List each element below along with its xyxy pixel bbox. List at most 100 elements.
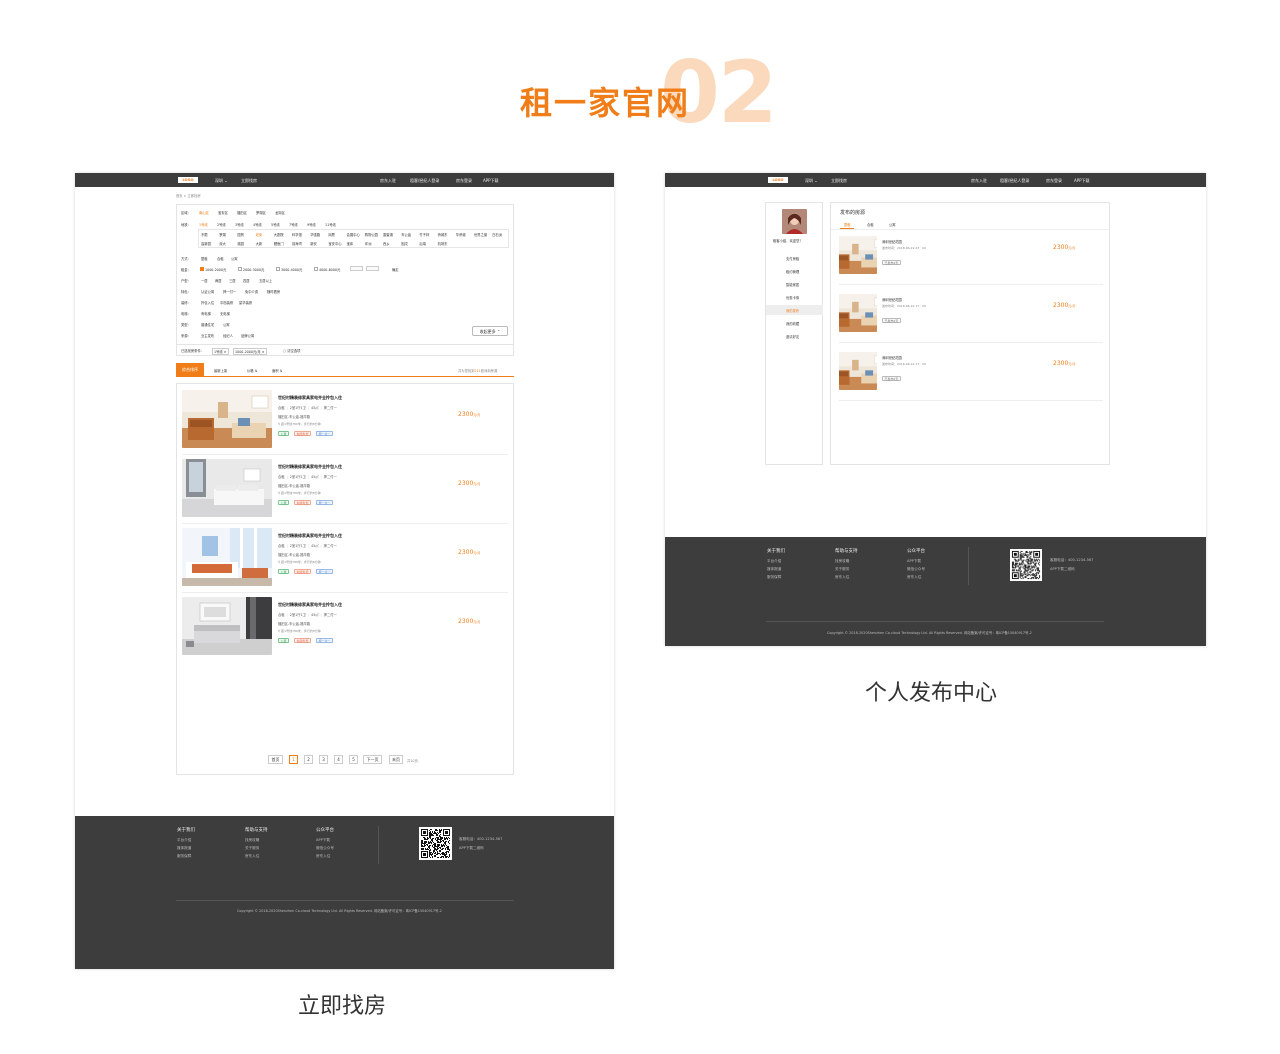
footer-link[interactable]: 微信公众号	[907, 567, 925, 572]
layout-option[interactable]: 四居	[243, 278, 250, 283]
footer-link[interactable]: 平台介绍	[767, 559, 781, 564]
collapse-more-button[interactable]: 收起更多 ⌃	[472, 326, 508, 336]
avatar[interactable]	[782, 209, 807, 234]
listing-title[interactable]: 世纪村精装修家具家电齐全拎包入住	[278, 533, 342, 539]
metro-line[interactable]: 5号线	[271, 222, 280, 227]
nav-landlord-join[interactable]: 房东入驻	[971, 178, 987, 184]
source-option[interactable]: 品牌公寓	[241, 333, 254, 338]
source-option[interactable]: 经纪人	[223, 333, 233, 338]
footer-link[interactable]: 媒体报道	[177, 846, 191, 851]
selected-chip[interactable]: 1000-2000元/月 ×	[233, 348, 267, 355]
logo[interactable]: LOGO	[178, 177, 198, 183]
close-icon[interactable]: ×	[224, 350, 227, 354]
city-select[interactable]: 深圳 ⌄	[805, 178, 818, 184]
station-option[interactable]: 后瑞	[419, 241, 426, 246]
layout-option[interactable]: 一居	[201, 278, 208, 283]
decor-option[interactable]: 拎包入住	[201, 300, 214, 305]
selected-chip[interactable]: 1号线 ×	[212, 348, 229, 355]
station-option[interactable]: 坪洲	[365, 241, 372, 246]
feature-option[interactable]: 认证公寓	[201, 289, 214, 294]
station-option[interactable]: 白石洲	[492, 232, 502, 237]
publish-tab-shared[interactable]: 合租	[867, 222, 874, 227]
sidebar-menu-item[interactable]: 邀请好友	[786, 334, 799, 339]
page-number[interactable]: 2	[304, 755, 313, 764]
station-option[interactable]: 国贸	[237, 232, 244, 237]
sidebar-menu-item[interactable]: 我的收藏	[786, 321, 799, 326]
published-photo[interactable]	[839, 352, 877, 390]
area-option[interactable]: 罗湖区	[256, 210, 266, 215]
station-option[interactable]: 华强路	[310, 232, 320, 237]
station-option[interactable]: 大新	[256, 241, 263, 246]
published-item[interactable]: 深圳世纪花园 发布时间：2018-06-19 17：00 已发布2天 2300元/月	[839, 350, 1103, 402]
rent-option[interactable]: 4000-6000元	[319, 267, 340, 272]
station-option[interactable]: 购物公园	[365, 232, 378, 237]
station-option[interactable]: 西乡	[383, 241, 390, 246]
nav-tenant-login[interactable]: 租客/经纪人登录	[410, 178, 439, 184]
footer-link[interactable]: 找房攻略	[835, 559, 849, 564]
sidebar-menu-item[interactable]: 智能家居	[786, 282, 799, 287]
station-option[interactable]: 桃园	[237, 241, 244, 246]
station-option[interactable]: 机场东	[438, 241, 448, 246]
footer-link[interactable]: 房东入住	[316, 854, 330, 859]
listing-photo[interactable]	[182, 528, 272, 586]
page-number[interactable]: 5	[349, 755, 358, 764]
footer-link[interactable]: APP下载	[316, 838, 330, 843]
station-option[interactable]: 老街	[256, 232, 263, 237]
publish-tab-whole[interactable]: 整租	[844, 222, 851, 227]
station-option[interactable]: 竹子林	[419, 232, 429, 237]
listing-card[interactable]: 世纪村精装修家具家电齐全拎包入住 合租 | 2室1厅1卫 | 45㎡ | 押二付一 福田区-车公…	[177, 528, 513, 593]
station-option[interactable]: 科学馆	[292, 232, 302, 237]
sidebar-menu-item[interactable]: 优惠卡券	[786, 295, 799, 300]
rent-checkbox[interactable]	[200, 267, 204, 271]
feature-option[interactable]: 押一付一	[223, 289, 236, 294]
rent-option[interactable]: 2000-3000元	[243, 267, 264, 272]
nav-app-download[interactable]: APP下载	[483, 178, 499, 184]
area-option[interactable]: 宝安区	[218, 210, 228, 215]
nav-landlord-join[interactable]: 房东入驻	[380, 178, 396, 184]
footer-link[interactable]: 平台介绍	[177, 838, 191, 843]
station-option[interactable]: 高新园	[201, 241, 211, 246]
footer-link[interactable]: 关于服务	[835, 567, 849, 572]
station-option[interactable]: 不限	[201, 232, 208, 237]
sort-tab-price[interactable]: 价格 ⇅	[247, 368, 257, 373]
clear-filters-button[interactable]: ▢ 清空选项	[283, 348, 300, 353]
metro-line[interactable]: 2号线	[217, 222, 226, 227]
rent-option[interactable]: 3000-4000元	[281, 267, 302, 272]
station-option[interactable]: 深大	[219, 241, 226, 246]
footer-link[interactable]: APP下载	[907, 559, 921, 564]
feature-option[interactable]: 免中介费	[245, 289, 258, 294]
nav-tenant-login[interactable]: 租客/经纪人登录	[1000, 178, 1029, 184]
rent-confirm-button[interactable]: 确定	[392, 267, 399, 272]
sort-tab-default[interactable]: 综合排序	[176, 363, 204, 377]
nav-app-download[interactable]: APP下载	[1074, 178, 1090, 184]
listing-title[interactable]: 世纪村精装修家具家电齐全拎包入住	[278, 602, 342, 608]
listing-card[interactable]: 世纪村精装修家具家电齐全拎包入住 合租 | 2室1厅1卫 | 45㎡ | 押二付一 福田区-车公…	[177, 459, 513, 524]
area-option[interactable]: 南山区	[199, 210, 209, 215]
station-option[interactable]: 罗湖	[219, 232, 226, 237]
station-option[interactable]: 岗厦	[328, 232, 335, 237]
published-photo[interactable]	[839, 294, 877, 332]
elevator-option[interactable]: 无电梯	[220, 311, 230, 316]
station-option[interactable]: 华侨城	[456, 232, 466, 237]
mode-option[interactable]: 公寓	[231, 256, 238, 261]
rent-max-input[interactable]	[366, 266, 379, 271]
area-option[interactable]: 龙岗区	[275, 210, 285, 215]
listing-photo[interactable]	[182, 597, 272, 655]
sidebar-menu-item[interactable]: 我的发布	[786, 308, 799, 313]
source-option[interactable]: 业主发布	[201, 333, 214, 338]
published-name[interactable]: 深圳世纪花园	[882, 297, 902, 302]
station-option[interactable]: 固戍	[401, 241, 408, 246]
footer-link[interactable]: 服务保障	[177, 854, 191, 859]
mode-option[interactable]: 合租	[217, 256, 224, 261]
sort-tab-newest[interactable]: 最新上架	[214, 368, 227, 373]
metro-line[interactable]: 7号线	[289, 222, 298, 227]
page-number[interactable]: 1	[289, 755, 298, 764]
metro-line[interactable]: 1号线	[199, 222, 208, 227]
close-icon[interactable]: ×	[262, 350, 265, 354]
mode-option[interactable]: 整租	[201, 256, 208, 261]
listing-photo[interactable]	[182, 390, 272, 448]
logo[interactable]: LOGO	[768, 177, 788, 183]
layout-option[interactable]: 三居	[229, 278, 236, 283]
station-option[interactable]: 侨城东	[438, 232, 448, 237]
type-option[interactable]: 公寓	[223, 322, 230, 327]
